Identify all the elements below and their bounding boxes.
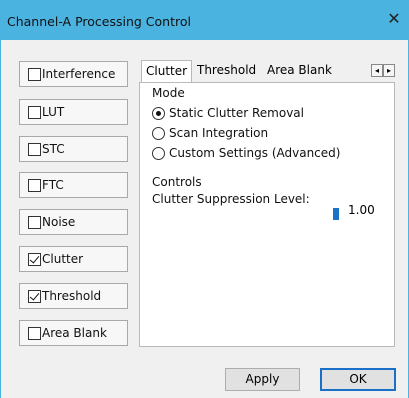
clutter-suppression-slider[interactable] — [333, 208, 339, 220]
window-title: Channel-A Processing Control — [7, 14, 191, 29]
checkbox-box[interactable] — [28, 143, 41, 156]
checkbox-lut[interactable]: LUT — [19, 99, 128, 125]
checkbox-box[interactable] — [28, 327, 41, 340]
checkbox-label: Clutter — [42, 252, 84, 266]
radio-label: Scan Integration — [169, 126, 269, 140]
ok-button[interactable]: OK — [320, 368, 396, 391]
tab-clutter[interactable]: Clutter — [141, 60, 193, 83]
checkbox-label: Area Blank — [42, 326, 107, 340]
clutter-suppression-label: Clutter Suppression Level: — [152, 192, 310, 206]
checkbox-interference[interactable]: Interference — [19, 61, 128, 87]
radio-button[interactable] — [152, 147, 165, 160]
title-bar[interactable]: Channel-A Processing Control ✕ — [0, 0, 409, 40]
checkbox-label: FTC — [42, 178, 64, 192]
close-icon[interactable]: ✕ — [385, 10, 403, 28]
checkbox-noise[interactable]: Noise — [19, 209, 128, 235]
mode-group-label: Mode — [152, 86, 185, 100]
tab-scroll-right-icon[interactable]: ▸ — [383, 64, 395, 77]
checkbox-box[interactable] — [28, 106, 41, 119]
clutter-suppression-value: 1.00 — [348, 203, 375, 217]
checkbox-box[interactable] — [28, 179, 41, 192]
tab-strip: Clutter Threshold Area Blank ◂ ▸ — [139, 60, 395, 83]
radio-button[interactable] — [152, 127, 165, 140]
radio-button-selected[interactable] — [152, 107, 165, 120]
checkbox-label: Interference — [42, 67, 116, 81]
checkbox-label: Threshold — [42, 289, 102, 303]
checkbox-threshold[interactable]: Threshold — [19, 283, 128, 309]
checkbox-box[interactable] — [28, 216, 41, 229]
tab-scroll-left-icon[interactable]: ◂ — [371, 64, 383, 77]
checkbox-box[interactable] — [28, 68, 41, 81]
checkbox-clutter[interactable]: Clutter — [19, 246, 128, 272]
checkbox-label: STC — [42, 142, 65, 156]
radio-label: Static Clutter Removal — [169, 106, 304, 120]
checkbox-ftc[interactable]: FTC — [19, 172, 128, 198]
apply-button[interactable]: Apply — [225, 368, 300, 391]
controls-group-label: Controls — [152, 175, 202, 189]
checkbox-box-checked[interactable] — [28, 253, 41, 266]
checkbox-label: Noise — [42, 215, 76, 229]
checkbox-label: LUT — [42, 105, 65, 119]
radio-label: Custom Settings (Advanced) — [169, 146, 341, 160]
checkbox-stc[interactable]: STC — [19, 136, 128, 162]
tab-threshold[interactable]: Threshold — [193, 60, 260, 82]
checkbox-box-checked[interactable] — [28, 290, 41, 303]
tab-area-blank[interactable]: Area Blank — [263, 60, 336, 82]
checkbox-area-blank[interactable]: Area Blank — [19, 320, 128, 346]
